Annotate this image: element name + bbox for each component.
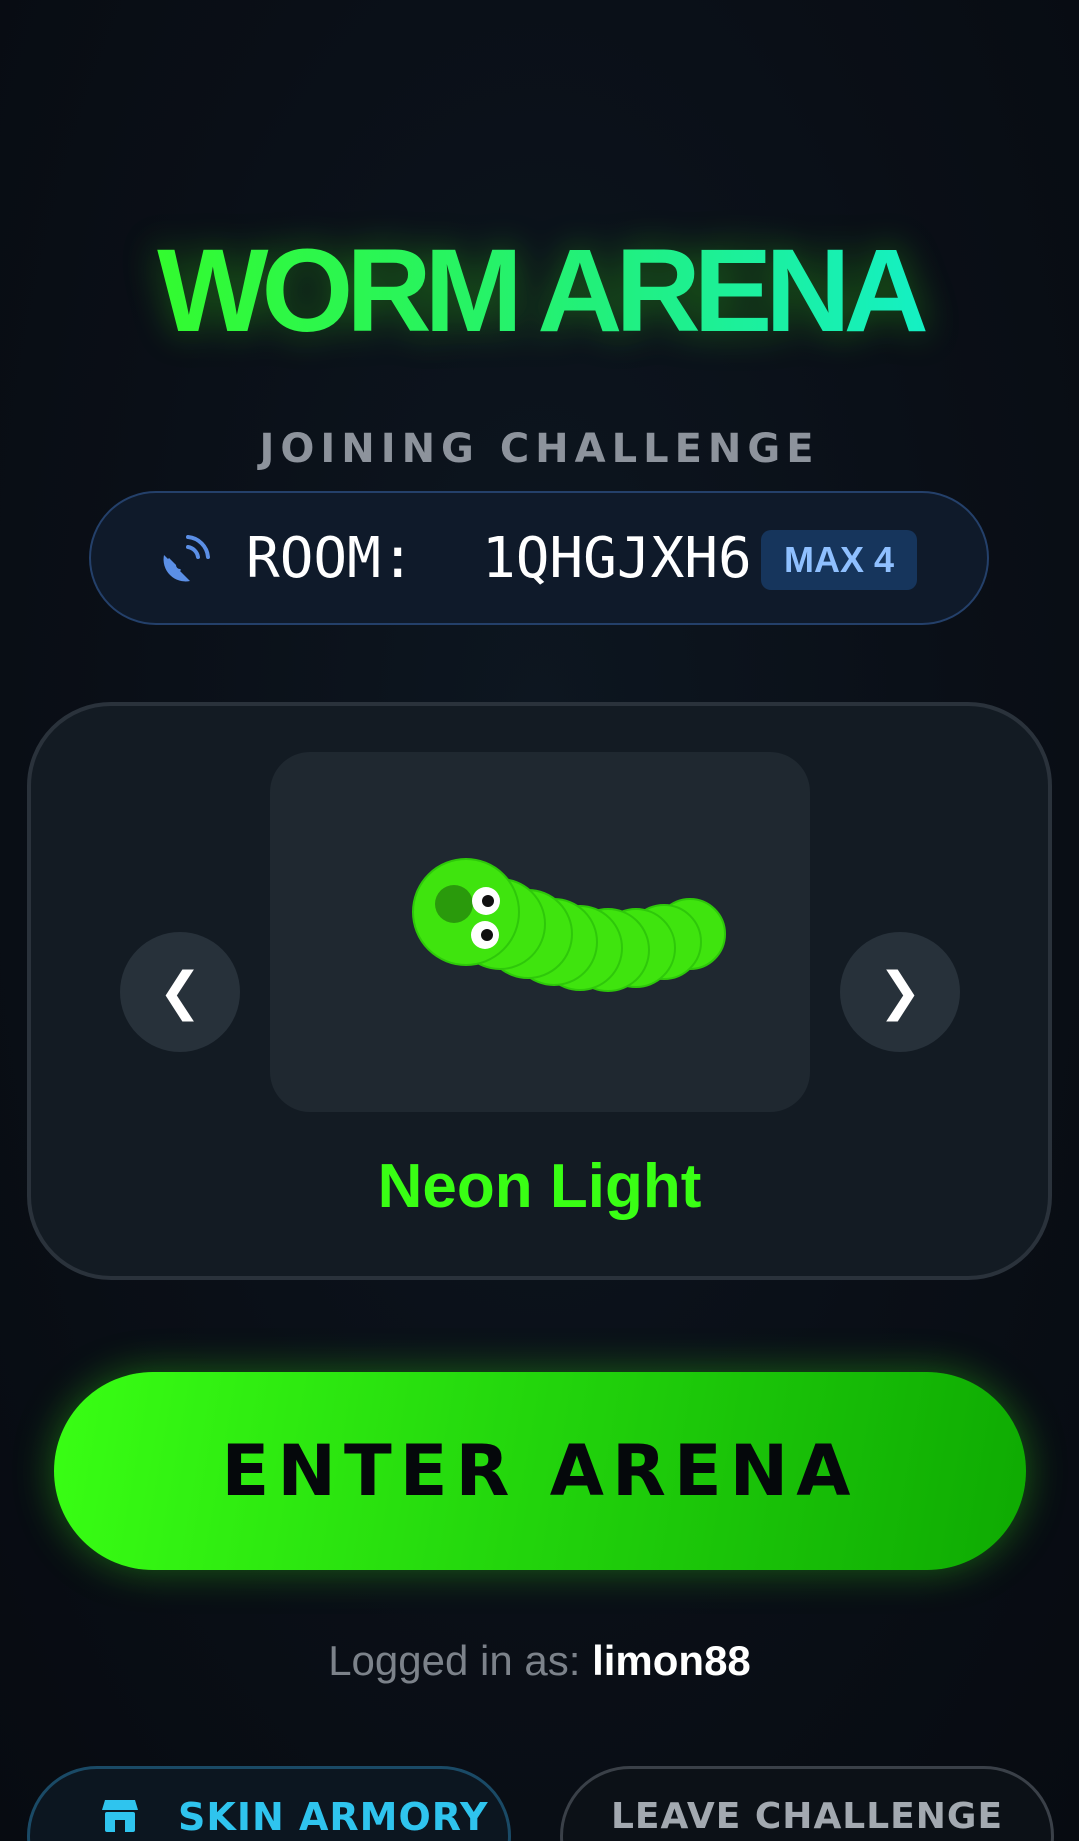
- prev-skin-button[interactable]: ❮: [120, 932, 240, 1052]
- next-skin-button[interactable]: ❯: [840, 932, 960, 1052]
- login-status: Logged in as: limon88: [0, 1636, 1079, 1686]
- skin-name: Neon Light: [377, 1152, 702, 1221]
- game-title: WORM ARENA: [0, 232, 1079, 350]
- username: limon88: [592, 1637, 751, 1684]
- join-challenge-screen: WORM ARENA JOINING CHALLENGE ROOM: 1QHGJ…: [0, 0, 1079, 1841]
- enter-arena-button[interactable]: ENTER ARENA: [54, 1372, 1026, 1570]
- room-code: ROOM: 1QHGJXH6: [246, 526, 752, 591]
- leave-challenge-label: LEAVE CHALLENGE: [610, 1796, 1004, 1837]
- login-prefix: Logged in as:: [328, 1637, 593, 1684]
- skin-armory-label: SKIN ARMORY: [178, 1795, 489, 1839]
- max-players-badge: MAX 4: [761, 530, 917, 590]
- worm-preview-icon: [412, 858, 726, 992]
- satellite-dish-icon: [163, 535, 210, 582]
- store-icon: [102, 1800, 138, 1832]
- joining-subtitle: JOINING CHALLENGE: [259, 426, 820, 472]
